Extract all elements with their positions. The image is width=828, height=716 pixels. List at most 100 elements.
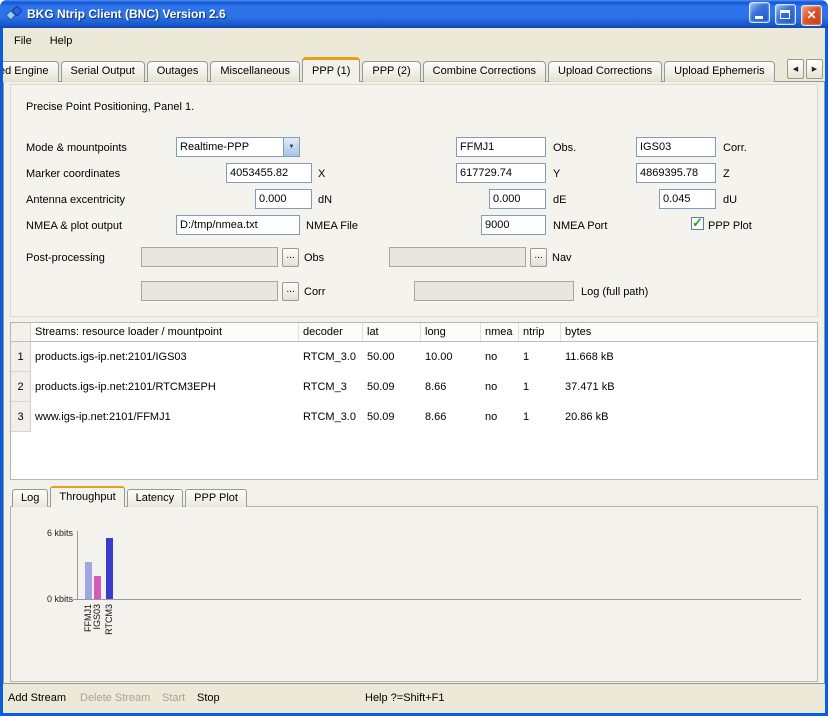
minimize-icon bbox=[755, 16, 763, 19]
table-row[interactable]: 3 www.igs-ip.net:2101/FFMJ1 RTCM_3.0 50.… bbox=[11, 402, 817, 432]
cell-mountpoint: products.igs-ip.net:2101/RTCM3EPH bbox=[31, 372, 299, 402]
menu-file[interactable]: File bbox=[5, 32, 41, 50]
x-label: X bbox=[318, 168, 325, 180]
nmea-port-input[interactable] bbox=[481, 215, 546, 235]
post-log-label: Log (full path) bbox=[581, 286, 648, 298]
tab-combine-corrections[interactable]: Combine Corrections bbox=[423, 61, 546, 82]
tab-feed-engine[interactable]: ed Engine bbox=[3, 61, 59, 82]
marker-y-input[interactable] bbox=[456, 163, 546, 183]
antenna-de-input[interactable] bbox=[489, 189, 546, 209]
nmea-port-label: NMEA Port bbox=[553, 220, 607, 232]
app-window: BKG Ntrip Client (BNC) Version 2.6 ✕ Fil… bbox=[0, 0, 828, 716]
col-header-mountpoint[interactable]: Streams: resource loader / mountpoint bbox=[31, 323, 299, 341]
tab-ppp-1[interactable]: PPP (1) bbox=[302, 57, 360, 82]
tab-upload-corrections[interactable]: Upload Corrections bbox=[548, 61, 662, 82]
row-header[interactable]: 2 bbox=[11, 372, 31, 402]
cell-ntrip: 1 bbox=[519, 342, 561, 372]
browse-corr-button[interactable]: ... bbox=[282, 282, 299, 301]
maximize-icon bbox=[780, 10, 790, 19]
corr-mountpoint-input[interactable] bbox=[636, 137, 716, 157]
tab-scroll-right-button[interactable]: ▶ bbox=[806, 59, 823, 79]
window-title: BKG Ntrip Client (BNC) Version 2.6 bbox=[27, 7, 742, 21]
table-row[interactable]: 2 products.igs-ip.net:2101/RTCM3EPH RTCM… bbox=[11, 372, 817, 402]
y-axis-tick-max: 6 kbits bbox=[19, 528, 73, 538]
tab-ppp-2[interactable]: PPP (2) bbox=[362, 61, 420, 82]
cell-nmea: no bbox=[481, 342, 519, 372]
right-arrow-icon: ▶ bbox=[812, 65, 817, 73]
obs-mountpoint-input[interactable] bbox=[456, 137, 546, 157]
cell-bytes: 11.668 kB bbox=[561, 342, 817, 372]
de-label: dE bbox=[553, 194, 566, 206]
antenna-excentricity-label: Antenna excentricity bbox=[26, 194, 125, 206]
marker-z-input[interactable] bbox=[636, 163, 716, 183]
bottom-tab-bar: Log Throughput Latency PPP Plot bbox=[12, 486, 249, 507]
start-button[interactable]: Start bbox=[162, 692, 185, 704]
table-corner bbox=[11, 323, 31, 341]
window-controls: ✕ bbox=[747, 2, 822, 26]
stop-button[interactable]: Stop bbox=[197, 692, 220, 704]
cell-decoder: RTCM_3 bbox=[299, 372, 363, 402]
x-axis bbox=[73, 599, 801, 600]
marker-x-input[interactable] bbox=[226, 163, 312, 183]
tab-log[interactable]: Log bbox=[12, 489, 48, 507]
tab-scrollers: ◀ ▶ bbox=[787, 59, 823, 79]
tab-serial-output[interactable]: Serial Output bbox=[61, 61, 145, 82]
chart-bar-label: IGS03 bbox=[92, 604, 102, 630]
tab-outages[interactable]: Outages bbox=[147, 61, 209, 82]
col-header-decoder[interactable]: decoder bbox=[299, 323, 363, 341]
minimize-button[interactable] bbox=[749, 2, 770, 23]
tab-miscellaneous[interactable]: Miscellaneous bbox=[210, 61, 300, 82]
y-axis-tick-min: 0 kbits bbox=[19, 594, 73, 604]
ppp-plot-label: PPP Plot bbox=[708, 220, 752, 232]
browse-obs-button[interactable]: ... bbox=[282, 248, 299, 267]
dn-label: dN bbox=[318, 194, 332, 206]
app-icon bbox=[6, 6, 22, 22]
col-header-lat[interactable]: lat bbox=[363, 323, 421, 341]
title-bar[interactable]: BKG Ntrip Client (BNC) Version 2.6 ✕ bbox=[0, 0, 828, 28]
ppp-mode-select[interactable]: Realtime-PPP ▼ bbox=[176, 137, 300, 157]
ppp-plot-checkbox[interactable]: ✓ bbox=[691, 217, 704, 230]
tab-latency[interactable]: Latency bbox=[127, 489, 184, 507]
obs-label: Obs. bbox=[553, 142, 576, 154]
tab-scroll-left-button[interactable]: ◀ bbox=[787, 59, 804, 79]
post-log-input[interactable] bbox=[414, 281, 574, 301]
add-stream-button[interactable]: Add Stream bbox=[8, 692, 66, 704]
antenna-du-input[interactable] bbox=[659, 189, 716, 209]
col-header-long[interactable]: long bbox=[421, 323, 481, 341]
col-header-bytes[interactable]: bytes bbox=[561, 323, 817, 341]
delete-stream-button[interactable]: Delete Stream bbox=[80, 692, 150, 704]
close-icon: ✕ bbox=[806, 9, 816, 21]
cell-decoder: RTCM_3.0 bbox=[299, 402, 363, 432]
menu-help[interactable]: Help bbox=[41, 32, 82, 50]
col-header-nmea[interactable]: nmea bbox=[481, 323, 519, 341]
corr-label: Corr. bbox=[723, 142, 747, 154]
cell-ntrip: 1 bbox=[519, 372, 561, 402]
close-button[interactable]: ✕ bbox=[801, 5, 822, 26]
row-header[interactable]: 1 bbox=[11, 342, 31, 372]
cell-long: 8.66 bbox=[421, 372, 481, 402]
chart-bar-IGS03 bbox=[94, 576, 101, 599]
nmea-plot-output-label: NMEA & plot output bbox=[26, 220, 122, 232]
row-header[interactable]: 3 bbox=[11, 402, 31, 432]
antenna-dn-input[interactable] bbox=[255, 189, 312, 209]
post-nav-input[interactable] bbox=[389, 247, 526, 267]
tab-throughput[interactable]: Throughput bbox=[50, 486, 124, 507]
tab-ppp-plot[interactable]: PPP Plot bbox=[185, 489, 247, 507]
post-corr-input[interactable] bbox=[141, 281, 278, 301]
cell-bytes: 37.471 kB bbox=[561, 372, 817, 402]
chart-bar-RTCM3 bbox=[106, 538, 113, 599]
throughput-chart-plot: FFMJ1IGS03RTCM3 bbox=[78, 533, 798, 599]
browse-nav-button[interactable]: ... bbox=[530, 248, 547, 267]
mode-mountpoints-label: Mode & mountpoints bbox=[26, 142, 127, 154]
tab-upload-ephemeris[interactable]: Upload Ephemeris bbox=[664, 61, 775, 82]
cell-ntrip: 1 bbox=[519, 402, 561, 432]
table-row[interactable]: 1 products.igs-ip.net:2101/IGS03 RTCM_3.… bbox=[11, 342, 817, 372]
nmea-file-input[interactable] bbox=[176, 215, 300, 235]
tab-bar: ed Engine Serial Output Outages Miscella… bbox=[3, 56, 825, 82]
cell-decoder: RTCM_3.0 bbox=[299, 342, 363, 372]
help-shortcut-button[interactable]: Help ?=Shift+F1 bbox=[365, 692, 445, 704]
col-header-ntrip[interactable]: ntrip bbox=[519, 323, 561, 341]
ppp-mode-value: Realtime-PPP bbox=[177, 138, 283, 156]
maximize-button[interactable] bbox=[775, 4, 796, 25]
post-obs-input[interactable] bbox=[141, 247, 278, 267]
